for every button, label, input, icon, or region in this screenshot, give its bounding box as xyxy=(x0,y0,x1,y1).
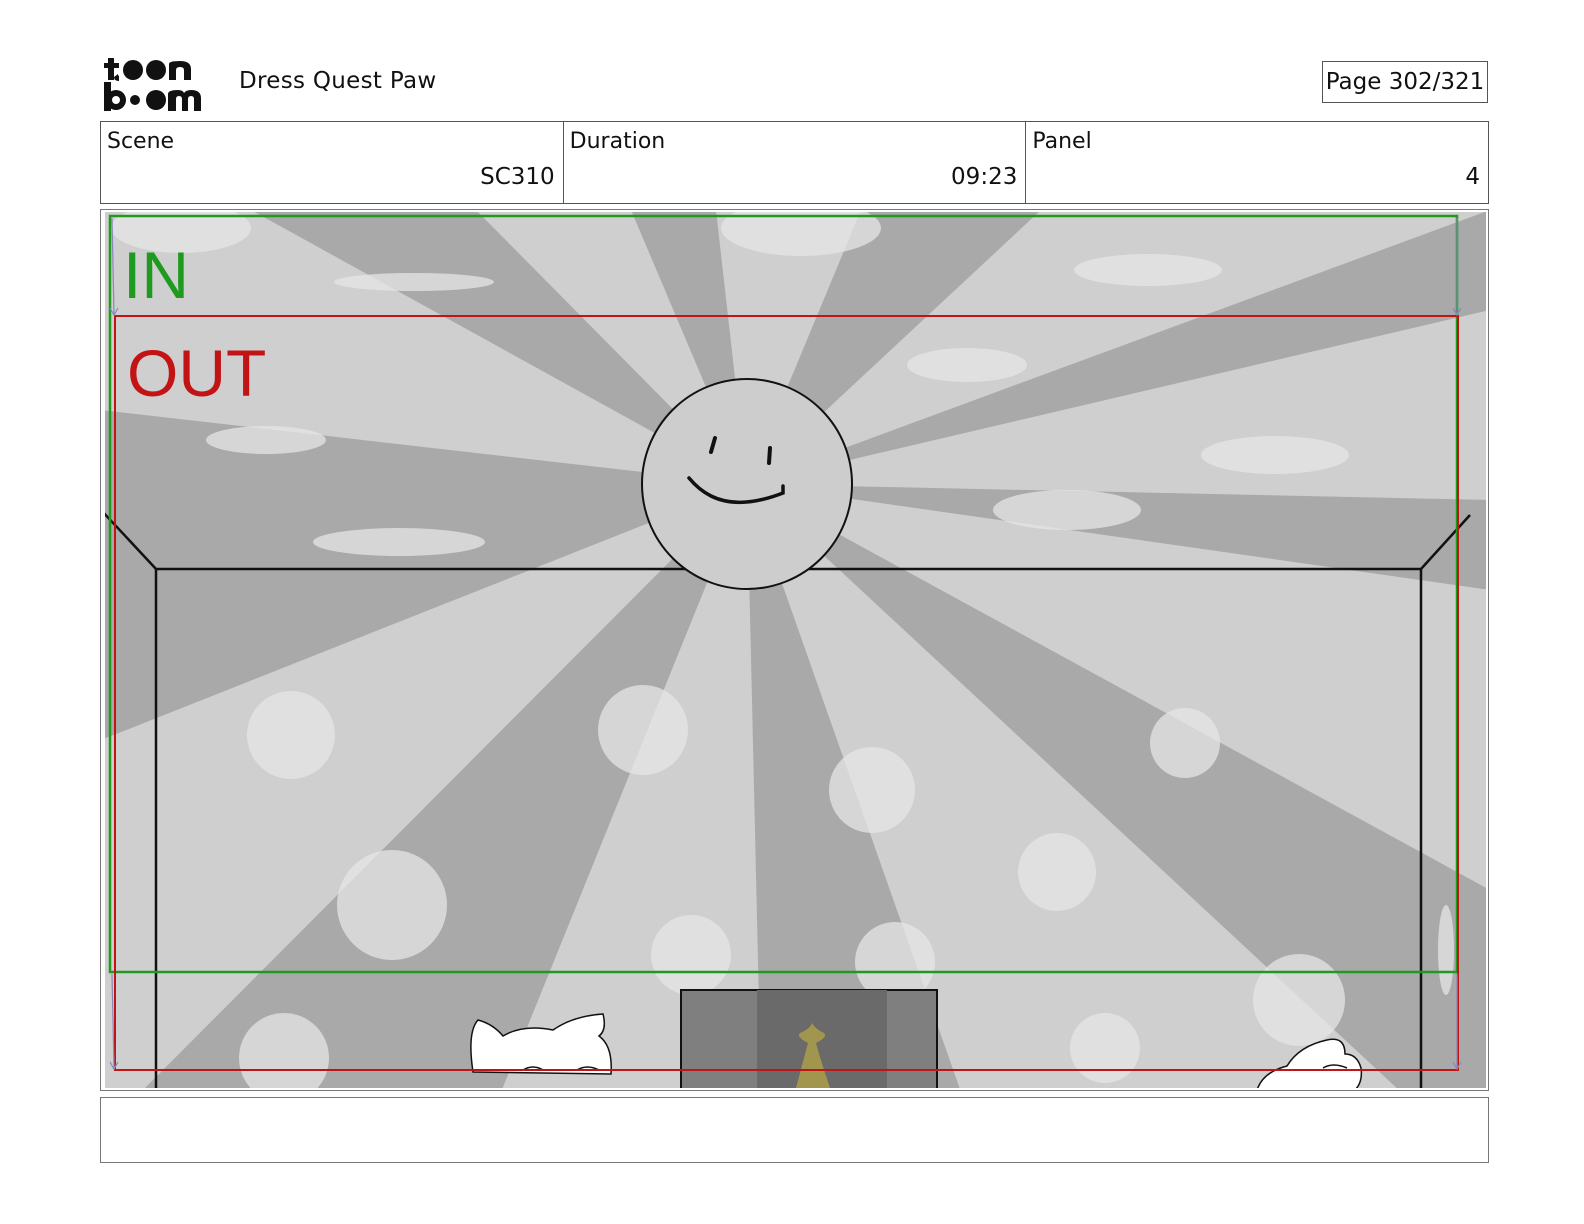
panel-drawing: IN OUT xyxy=(105,212,1486,1088)
duration-value: 09:23 xyxy=(951,164,1018,190)
scene-value: SC310 xyxy=(480,164,555,190)
panel-cell: Panel 4 xyxy=(1026,122,1488,203)
smiley-sun xyxy=(641,378,853,590)
storyboard-panel: IN OUT xyxy=(100,209,1489,1091)
panel-notes-box xyxy=(100,1097,1489,1163)
toon-boom-logo xyxy=(104,58,201,111)
bottom-screen xyxy=(680,989,938,1088)
out-label: OUT xyxy=(127,336,266,410)
project-title: Dress Quest Paw xyxy=(239,68,437,94)
storyboard-info-table: Scene SC310 Duration 09:23 Panel 4 xyxy=(100,121,1489,204)
panel-label: Panel xyxy=(1032,129,1092,154)
duration-label: Duration xyxy=(569,129,666,154)
scene-cell: Scene SC310 xyxy=(101,122,564,203)
panel-value: 4 xyxy=(1465,164,1481,190)
page-indicator: Page 302/321 xyxy=(1322,61,1488,103)
duration-cell: Duration 09:23 xyxy=(564,122,1027,203)
in-label: IN xyxy=(123,238,189,312)
scene-label: Scene xyxy=(107,129,175,154)
